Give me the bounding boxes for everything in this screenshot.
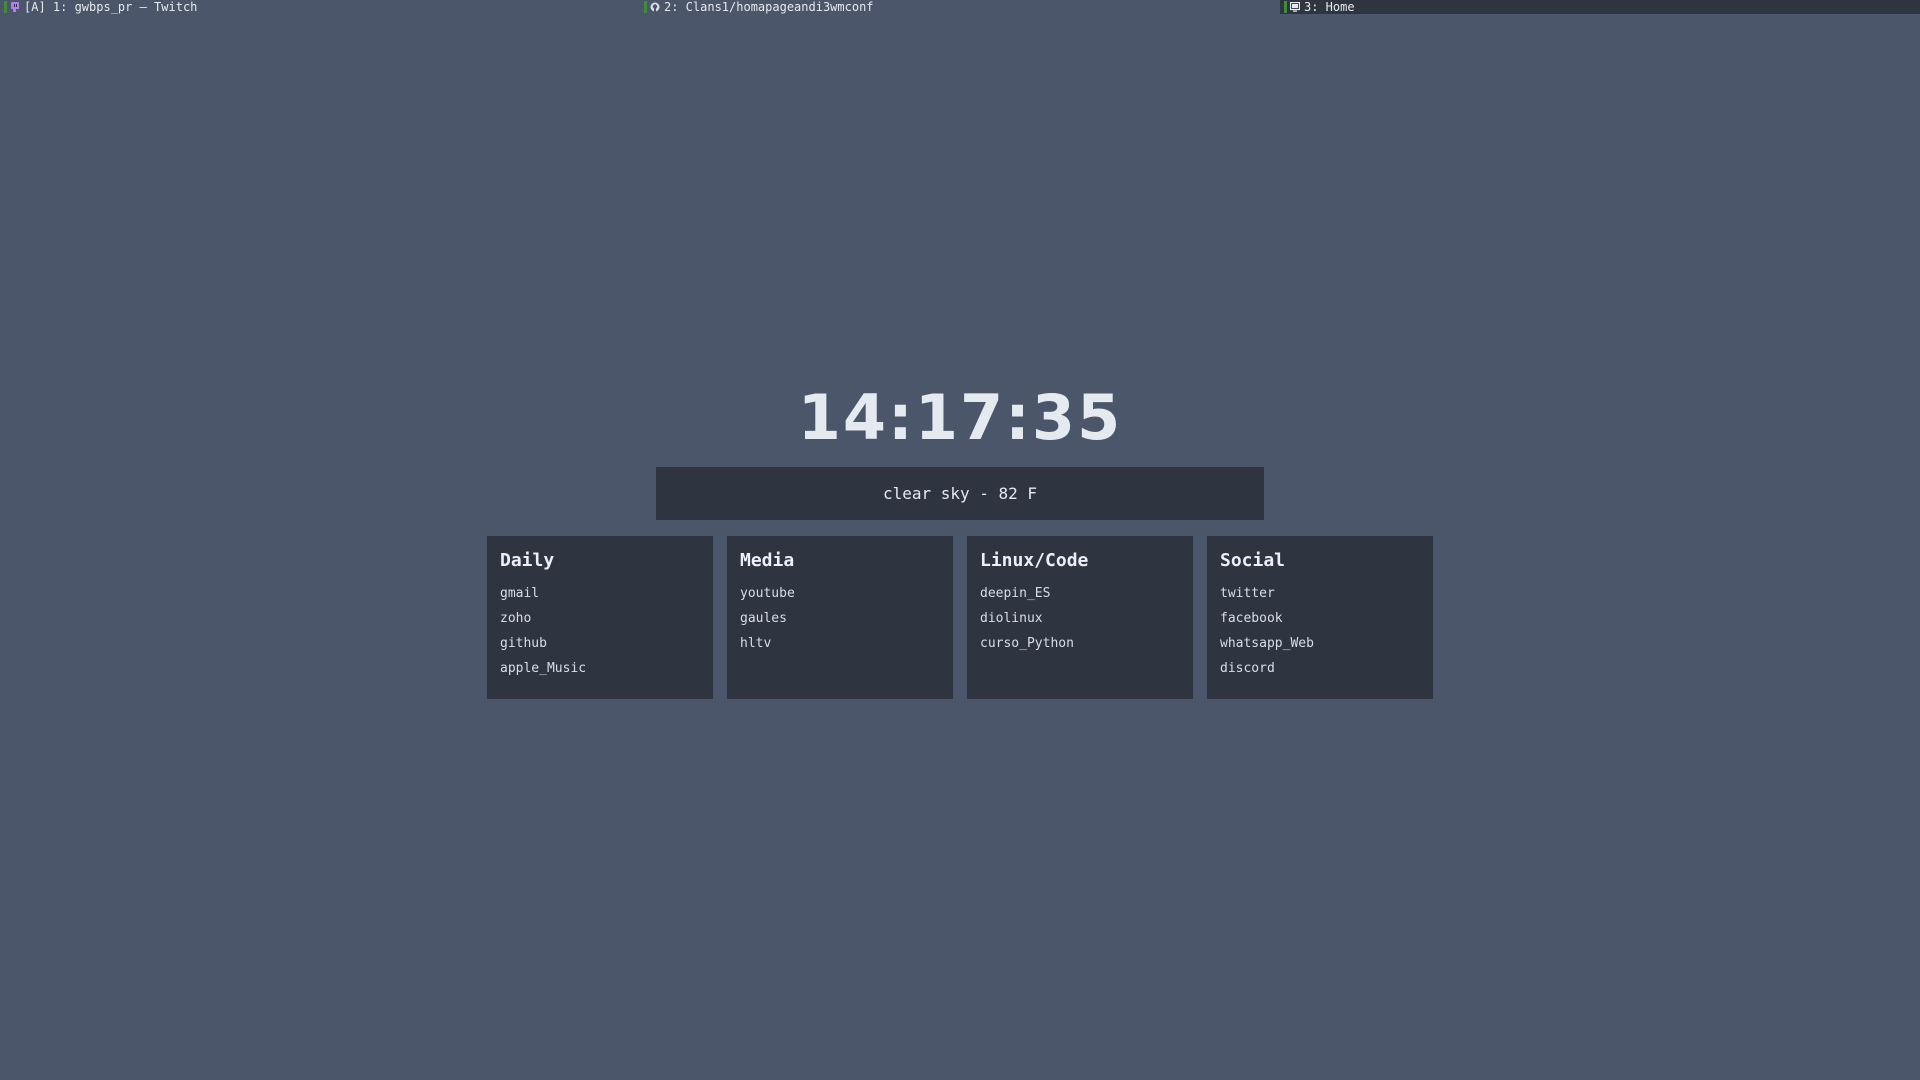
weather-panel: clear sky - 82 F bbox=[656, 467, 1264, 520]
link-discord[interactable]: discord bbox=[1220, 656, 1420, 681]
link-list: deepin_ES diolinux curso_Python bbox=[980, 581, 1180, 656]
bookmark-cards: Daily gmail zoho github apple_Music Medi… bbox=[487, 536, 1433, 699]
link-diolinux[interactable]: diolinux bbox=[980, 606, 1180, 631]
link-youtube[interactable]: youtube bbox=[740, 581, 940, 606]
window-tab-bar: [A] 1: gwbps_pr – Twitch 2: Clans1/homap… bbox=[0, 0, 1920, 14]
twitch-icon bbox=[10, 2, 20, 12]
tab-label: 2: Clans1/homapageandi3wmconf bbox=[664, 0, 874, 14]
weather-text: clear sky - 82 F bbox=[882, 484, 1038, 503]
link-gaules[interactable]: gaules bbox=[740, 606, 940, 631]
github-icon bbox=[650, 2, 660, 12]
link-list: youtube gaules hltv bbox=[740, 581, 940, 656]
card-media: Media youtube gaules hltv bbox=[727, 536, 953, 699]
card-title: Linux/Code bbox=[980, 550, 1089, 571]
link-twitter[interactable]: twitter bbox=[1220, 581, 1420, 606]
link-facebook[interactable]: facebook bbox=[1220, 606, 1420, 631]
tab-twitch[interactable]: [A] 1: gwbps_pr – Twitch bbox=[0, 0, 640, 14]
link-whatsapp-web[interactable]: whatsapp_Web bbox=[1220, 631, 1420, 656]
link-gmail[interactable]: gmail bbox=[500, 581, 700, 606]
link-zoho[interactable]: zoho bbox=[500, 606, 700, 631]
card-title: Media bbox=[740, 550, 795, 571]
tab-github[interactable]: 2: Clans1/homapageandi3wmconf bbox=[640, 0, 1280, 14]
link-github[interactable]: github bbox=[500, 631, 700, 656]
card-social: Social twitter facebook whatsapp_Web dis… bbox=[1207, 536, 1433, 699]
card-title: Social bbox=[1220, 550, 1286, 571]
monitor-icon bbox=[1290, 2, 1300, 12]
card-linux-code: Linux/Code deepin_ES diolinux curso_Pyth… bbox=[967, 536, 1193, 699]
link-hltv[interactable]: hltv bbox=[740, 631, 940, 656]
tab-indicator bbox=[4, 1, 7, 13]
tab-indicator bbox=[644, 1, 647, 13]
clock-display: 14:17:35 bbox=[797, 381, 1123, 454]
tab-home[interactable]: 3: Home bbox=[1280, 0, 1920, 14]
tab-indicator bbox=[1284, 1, 1287, 13]
link-curso-python[interactable]: curso_Python bbox=[980, 631, 1180, 656]
link-apple-music[interactable]: apple_Music bbox=[500, 656, 700, 681]
tab-label: [A] 1: gwbps_pr – Twitch bbox=[24, 0, 198, 14]
card-title: Daily bbox=[500, 550, 555, 571]
tab-label: 3: Home bbox=[1304, 0, 1355, 14]
link-list: twitter facebook whatsapp_Web discord bbox=[1220, 581, 1420, 681]
link-list: gmail zoho github apple_Music bbox=[500, 581, 700, 681]
card-daily: Daily gmail zoho github apple_Music bbox=[487, 536, 713, 699]
link-deepin-es[interactable]: deepin_ES bbox=[980, 581, 1180, 606]
